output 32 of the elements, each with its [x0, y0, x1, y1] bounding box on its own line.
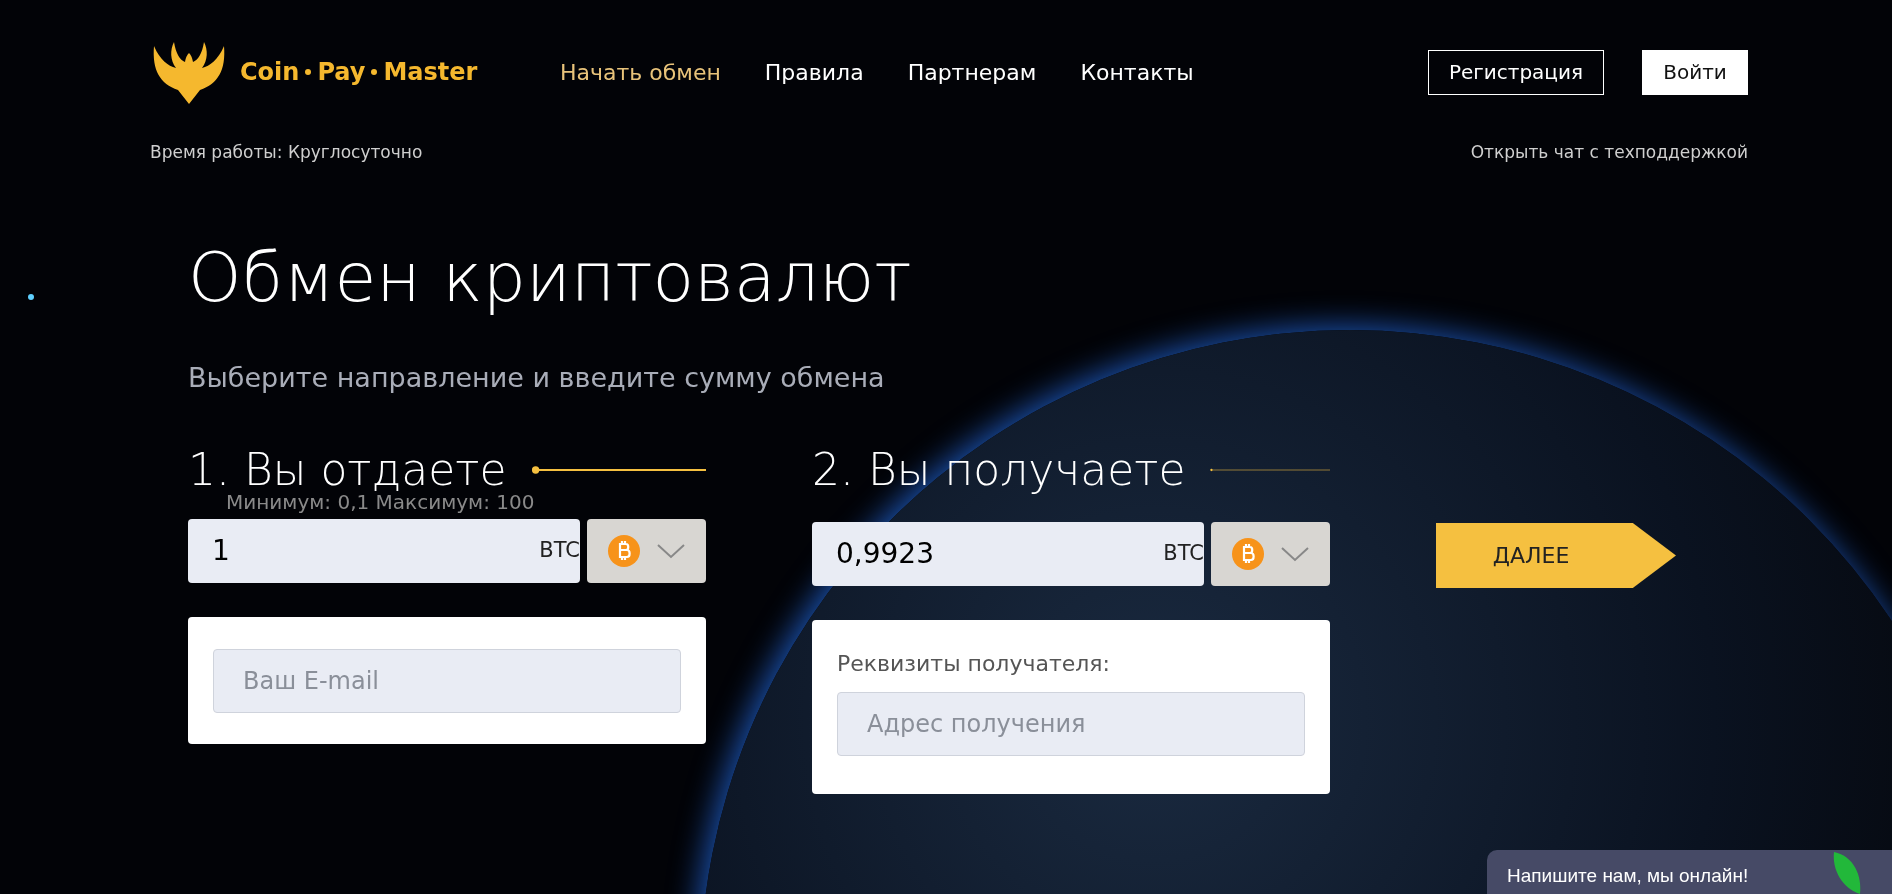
nav-link[interactable]: Начать обмен — [560, 55, 721, 89]
chat-widget[interactable]: Напишите нам, мы онлайн! — [1487, 850, 1892, 894]
next-button[interactable]: ДАЛЕЕ — [1436, 523, 1676, 588]
chevron-down-icon — [655, 543, 686, 559]
working-hours: Время работы: Круглосуточно — [150, 141, 423, 164]
amount-field[interactable]: 0,9923 BTC — [812, 522, 1204, 586]
logo-text: Coin Pay Master — [240, 57, 478, 88]
recipient-label: Реквизиты получателя: — [837, 650, 1111, 678]
amount-field[interactable]: 1 BTC — [188, 519, 580, 583]
currency-select[interactable] — [1211, 522, 1330, 586]
chevron-down-icon — [1279, 546, 1310, 562]
nav-link[interactable]: Партнерам — [907, 55, 1037, 89]
limits-text: Минимум: 0,1 Максимум: 100 — [225, 490, 536, 515]
leaf-icon — [1832, 850, 1862, 894]
currency-select[interactable] — [587, 519, 706, 583]
section-heading: 2. Вы получаете — [812, 448, 1186, 492]
currency-code: BTC — [539, 537, 580, 565]
amount-value: 0,9923 — [836, 536, 934, 572]
bitcoin-icon — [1231, 538, 1264, 570]
register-button[interactable]: Регистрация — [1427, 49, 1604, 95]
chat-widget-text: Напишите нам, мы онлайн! — [1507, 865, 1749, 886]
address-field[interactable]: Адрес получения — [837, 692, 1305, 756]
page-subtitle: Выберите направление и введите сумму обмена — [188, 360, 886, 395]
support-chat-link[interactable]: Открыть чат с техподдержкой — [1470, 140, 1748, 166]
nav-link[interactable]: Контакты — [1080, 55, 1194, 89]
email-field[interactable]: Ваш E-mail — [213, 648, 681, 713]
login-button[interactable]: Войти — [1642, 49, 1748, 95]
amount-value: 1 — [212, 533, 230, 569]
bitcoin-icon — [607, 535, 640, 567]
currency-code: BTC — [1163, 540, 1204, 568]
nav-link[interactable]: Правила — [764, 55, 864, 89]
section-heading: 1. Вы отдаете — [188, 448, 507, 492]
